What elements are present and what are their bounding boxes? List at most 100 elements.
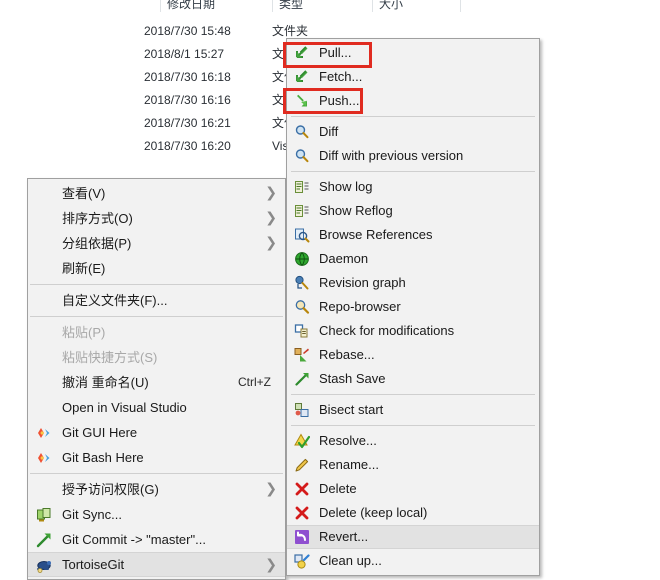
menu-item-revision-graph[interactable]: Revision graph: [287, 271, 539, 295]
push-arrow-icon: [292, 91, 312, 111]
menu-item-revert[interactable]: Revert...: [287, 525, 539, 549]
menu-item-分组依据-p[interactable]: 分组依据(P) ❯: [28, 231, 285, 256]
browse-refs-icon: [292, 225, 312, 245]
menu-item-刷新-e[interactable]: 刷新(E): [28, 256, 285, 281]
menu-item-show-log[interactable]: Show log: [287, 175, 539, 199]
menu-item-label: Delete: [319, 481, 357, 496]
menu-item-label: Push...: [319, 93, 360, 108]
pull-arrow-icon: [292, 43, 312, 63]
menu-item-git-bash-here[interactable]: Git Bash Here: [28, 445, 285, 470]
no-icon: [34, 234, 54, 254]
pencil-icon: [292, 455, 312, 475]
menu-item-repo-browser[interactable]: Repo-browser: [287, 295, 539, 319]
menu-item-rebase[interactable]: Rebase...: [287, 343, 539, 367]
menu-item-label: Git Commit -> "master"...: [62, 532, 206, 547]
menu-item-label: Fetch...: [319, 69, 363, 84]
menu-item-授予访问权限-g[interactable]: 授予访问权限(G) ❯: [28, 477, 285, 502]
menu-item-resolve[interactable]: Resolve...: [287, 429, 539, 453]
column-header-extra[interactable]: [460, 0, 473, 12]
menu-item-rename[interactable]: Rename...: [287, 453, 539, 477]
git-logo-icon: [34, 423, 54, 443]
tortoisegit-context-menu[interactable]: Pull... Fetch... Push... Diff Diff with prev…: [286, 38, 540, 576]
menu-item-git-sync[interactable]: Git Sync...: [28, 502, 285, 527]
menu-item-label: Pull...: [319, 45, 352, 60]
menu-item-git-commit-master[interactable]: Git Commit -> "master"...: [28, 527, 285, 552]
globe-icon: [292, 249, 312, 269]
column-header-type[interactable]: 类型: [272, 0, 303, 12]
resolve-icon: [292, 431, 312, 451]
menu-item-bisect-start[interactable]: Bisect start: [287, 398, 539, 422]
menu-item-label: 授予访问权限(G): [62, 482, 159, 497]
menu-item-查看-v[interactable]: 查看(V) ❯: [28, 181, 285, 206]
menu-item-label: Revision graph: [319, 275, 406, 290]
menu-item-diff[interactable]: Diff: [287, 120, 539, 144]
menu-separator: [291, 425, 535, 426]
menu-item-label: Check for modifications: [319, 323, 455, 338]
chevron-right-icon: ❯: [265, 210, 277, 226]
delete-x-icon: [292, 503, 312, 523]
file-modified-date: 2018/7/30 16:18: [144, 70, 231, 84]
log-icon: [292, 201, 312, 221]
menu-separator: [30, 316, 283, 317]
no-icon: [34, 373, 54, 393]
menu-item-daemon[interactable]: Daemon: [287, 247, 539, 271]
menu-item-label: Diff with previous version: [319, 148, 464, 163]
menu-item-自定义文件夹-f[interactable]: 自定义文件夹(F)...: [28, 288, 285, 313]
file-modified-date: 2018/8/1 15:27: [144, 47, 225, 61]
menu-separator: [30, 284, 283, 285]
file-modified-date: 2018/7/30 16:21: [144, 116, 231, 130]
file-modified-date: 2018/7/30 16:20: [144, 139, 231, 153]
magnifier-icon: [292, 122, 312, 142]
fetch-arrow-icon: [292, 67, 312, 87]
menu-item-clean-up[interactable]: Clean up...: [287, 549, 539, 573]
log-icon: [292, 177, 312, 197]
menu-item-diff-with-previous-version[interactable]: Diff with previous version: [287, 144, 539, 168]
menu-item-粘贴快捷方式-s: 粘贴快捷方式(S): [28, 345, 285, 370]
menu-item-label: Revert...: [319, 529, 369, 544]
menu-item-label: Repo-browser: [319, 299, 401, 314]
column-header-row: 修改日期 类型 大小: [160, 0, 660, 12]
menu-item-label: 排序方式(O): [62, 211, 133, 226]
chevron-right-icon: ❯: [265, 185, 277, 201]
menu-item-pull[interactable]: Pull...: [287, 41, 539, 65]
no-icon: [34, 259, 54, 279]
menu-item-label: Resolve...: [319, 433, 377, 448]
menu-item-check-for-modifications[interactable]: Check for modifications: [287, 319, 539, 343]
git-logo-icon: [34, 448, 54, 468]
menu-item-stash-save[interactable]: Stash Save: [287, 367, 539, 391]
menu-item-git-gui-here[interactable]: Git GUI Here: [28, 420, 285, 445]
column-header-size[interactable]: 大小: [372, 0, 403, 12]
menu-item-push[interactable]: Push...: [287, 89, 539, 113]
no-icon: [34, 209, 54, 229]
menu-item-label: 撤消 重命名(U): [62, 375, 149, 390]
menu-item-排序方式-o[interactable]: 排序方式(O) ❯: [28, 206, 285, 231]
menu-item-delete[interactable]: Delete: [287, 477, 539, 501]
menu-item-label: Delete (keep local): [319, 505, 428, 520]
menu-item-label: 查看(V): [62, 186, 106, 201]
explorer-context-menu[interactable]: 查看(V) ❯ 排序方式(O) ❯ 分组依据(P) ❯ 刷新(E) 自定义文件夹(F)... 粘…: [27, 178, 286, 580]
menu-item-label: Show log: [319, 179, 373, 194]
menu-item-open-in-visual-studio[interactable]: Open in Visual Studio: [28, 395, 285, 420]
menu-item-delete-keep-local[interactable]: Delete (keep local): [287, 501, 539, 525]
menu-item-browse-references[interactable]: Browse References: [287, 223, 539, 247]
chevron-right-icon: ❯: [265, 557, 277, 573]
no-icon: [34, 291, 54, 311]
delete-x-icon: [292, 479, 312, 499]
menu-item-label: Git Bash Here: [62, 450, 144, 465]
stash-icon: [292, 369, 312, 389]
repo-browser-icon: [292, 297, 312, 317]
check-mods-icon: [292, 321, 312, 341]
menu-item-show-reflog[interactable]: Show Reflog: [287, 199, 539, 223]
menu-separator: [291, 394, 535, 395]
commit-arrow-icon: [34, 530, 54, 550]
menu-item-label: Clean up...: [319, 553, 382, 568]
column-header-modified-date[interactable]: 修改日期: [160, 0, 215, 12]
revision-graph-icon: [292, 273, 312, 293]
menu-item-tortoisegit[interactable]: TortoiseGit ❯: [28, 552, 285, 577]
no-icon: [34, 348, 54, 368]
menu-item-fetch[interactable]: Fetch...: [287, 65, 539, 89]
no-icon: [34, 323, 54, 343]
file-modified-date: 2018/7/30 15:48: [144, 24, 231, 38]
cleanup-icon: [292, 551, 312, 571]
menu-item-撤消-重命名-u[interactable]: 撤消 重命名(U) Ctrl+Z: [28, 370, 285, 395]
